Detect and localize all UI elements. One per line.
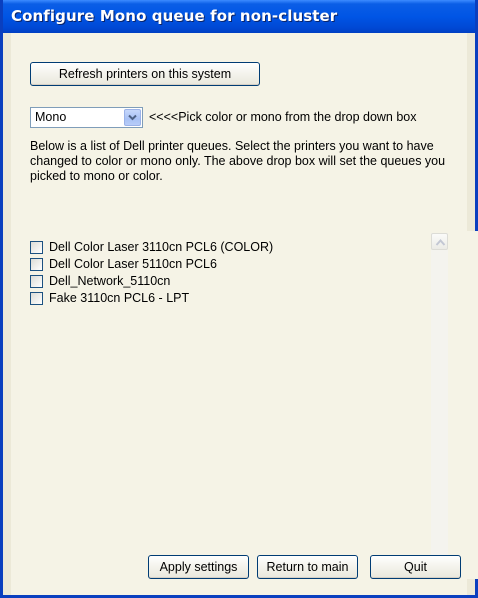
mode-select-value: Mono bbox=[35, 110, 67, 124]
printer-checkbox[interactable] bbox=[30, 241, 43, 254]
refresh-printers-button[interactable]: Refresh printers on this system bbox=[30, 62, 260, 86]
list-item[interactable]: Dell Color Laser 5110cn PCL6 bbox=[30, 256, 410, 273]
printer-checkbox[interactable] bbox=[30, 258, 43, 271]
printer-list: Dell Color Laser 3110cn PCL6 (COLOR) Del… bbox=[30, 231, 478, 579]
chevron-down-icon[interactable] bbox=[124, 109, 141, 126]
printer-label: Dell Color Laser 3110cn PCL6 (COLOR) bbox=[49, 240, 274, 254]
window-title: Configure Mono queue for non-cluster bbox=[11, 7, 338, 25]
scroll-up-icon[interactable] bbox=[431, 233, 448, 250]
printer-checkbox[interactable] bbox=[30, 292, 43, 305]
mode-hint: <<<<Pick color or mono from the drop dow… bbox=[149, 110, 417, 124]
printer-checkbox[interactable] bbox=[30, 275, 43, 288]
return-to-main-button[interactable]: Return to main bbox=[257, 555, 358, 579]
list-item[interactable]: Dell Color Laser 3110cn PCL6 (COLOR) bbox=[30, 239, 410, 256]
list-item[interactable]: Dell_Network_5110cn bbox=[30, 273, 410, 290]
quit-button[interactable]: Quit bbox=[370, 555, 461, 579]
list-item[interactable]: Fake 3110cn PCL6 - LPT bbox=[30, 290, 410, 307]
title-bar[interactable]: Configure Mono queue for non-cluster bbox=[3, 0, 475, 33]
printer-label: Fake 3110cn PCL6 - LPT bbox=[49, 291, 190, 305]
printer-list-scrollbar[interactable] bbox=[431, 233, 448, 579]
printer-label: Dell Color Laser 5110cn PCL6 bbox=[49, 257, 217, 271]
app-window: Configure Mono queue for non-cluster Ref… bbox=[0, 0, 478, 598]
apply-settings-button[interactable]: Apply settings bbox=[148, 555, 249, 579]
mode-select[interactable]: Mono bbox=[30, 107, 143, 128]
content-area: Refresh printers on this system Mono <<<… bbox=[11, 33, 478, 595]
printer-label: Dell_Network_5110cn bbox=[49, 274, 171, 288]
description-text: Below is a list of Dell printer queues. … bbox=[30, 139, 446, 183]
